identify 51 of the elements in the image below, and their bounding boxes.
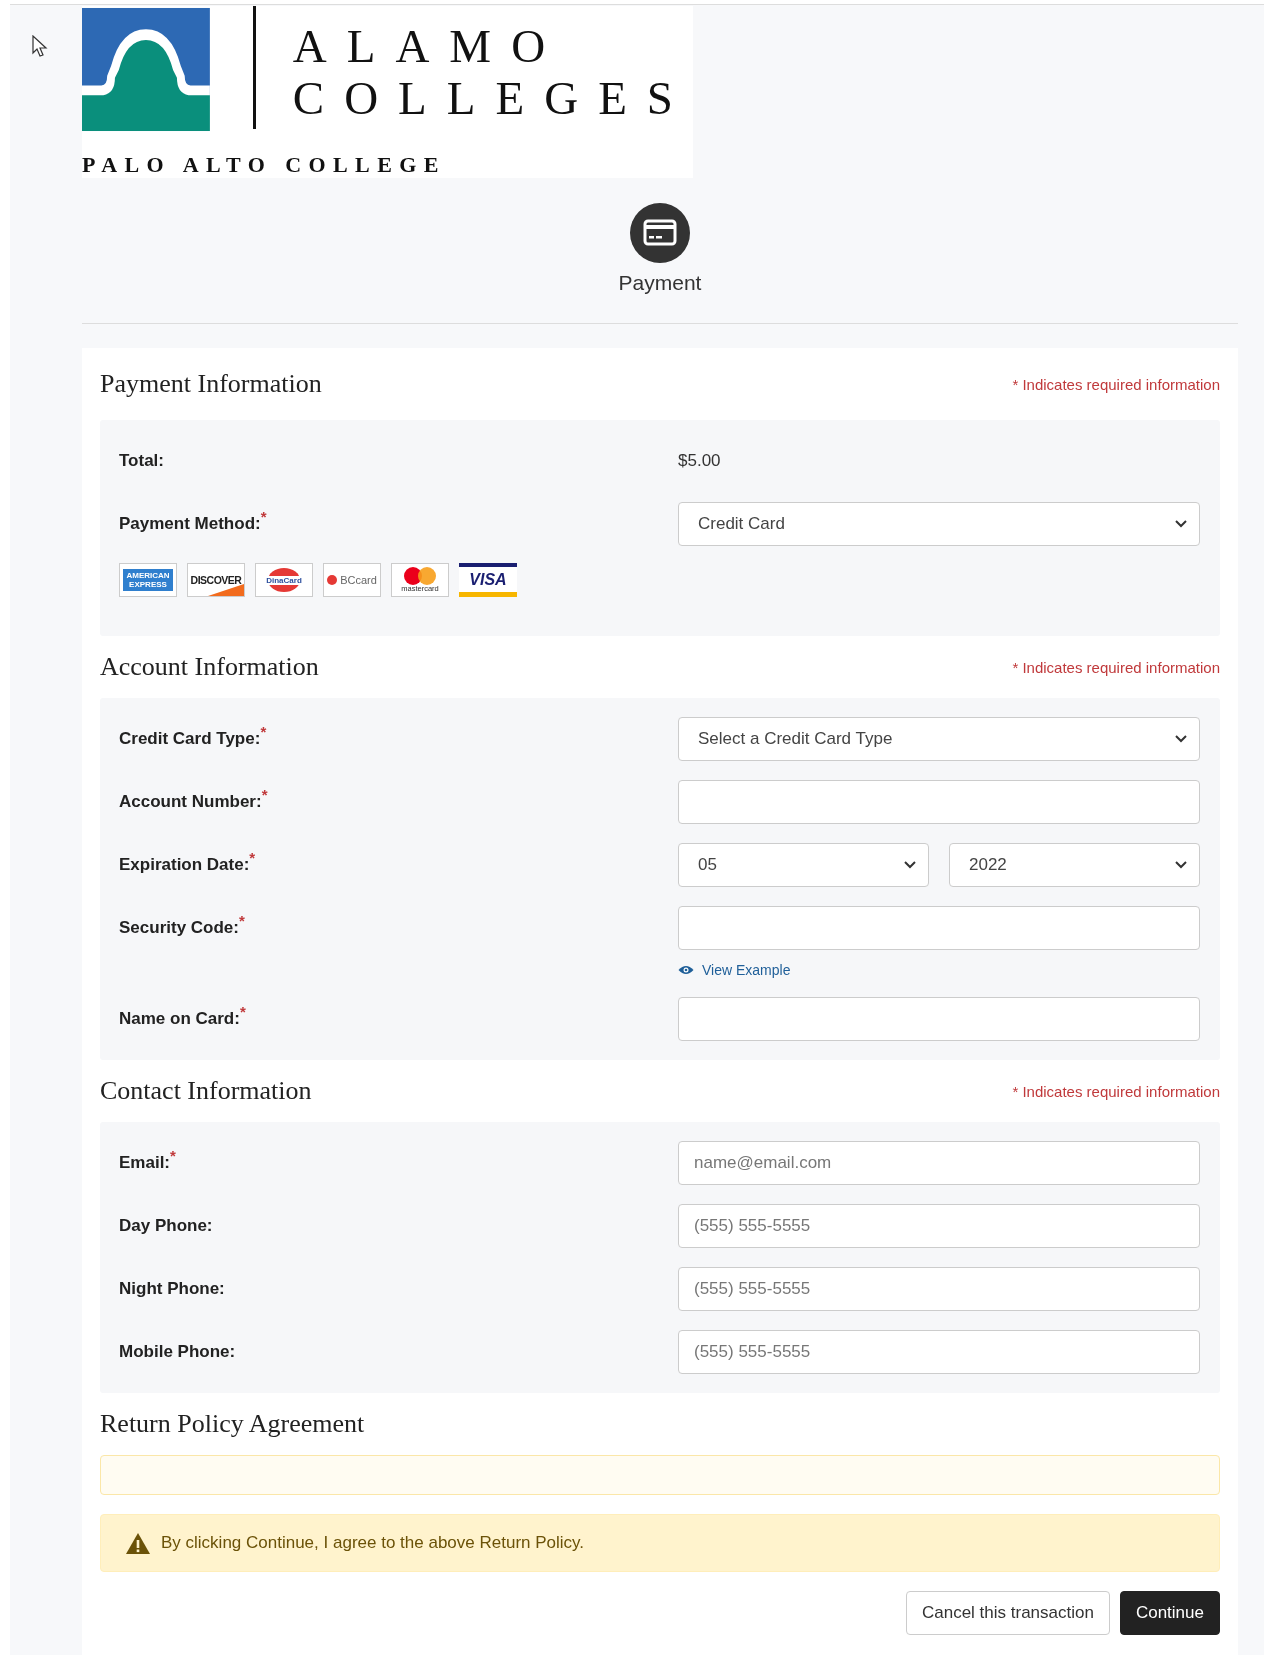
chevron-down-icon [904,861,916,869]
chevron-down-icon [1175,520,1187,528]
field-label: Expiration Date:$^{*}$ [119,848,257,876]
dropdown-select[interactable]: Select a Credit Card Type [678,717,1200,761]
chevron-down-icon [1175,861,1187,869]
field-label: Total: [119,450,165,472]
logo-wordmark-line: ALAMO [292,20,567,72]
field-label: Name on Card:$^{*}$ [119,1002,247,1030]
required-note: * Indicates required information [1012,375,1220,393]
field-label: Day Phone: [119,1215,214,1237]
total-amount: $5.00 [678,450,722,472]
field-label: Payment Method:$^{*}$ [119,507,268,535]
required-note: * Indicates required information [1012,1082,1220,1100]
input-field[interactable]: (555) 555-5555 [678,1267,1200,1311]
section-heading: Account Information [100,652,319,682]
input-field[interactable]: name@email.com [678,1141,1200,1185]
step-label: Payment [618,271,702,295]
warning-icon [125,1531,151,1555]
field-label: Night Phone: [119,1278,226,1300]
logo-wordmark-line: COLLEGES [292,72,693,124]
action-button[interactable]: Cancel this transaction [905,1591,1110,1635]
field-label: Account Number:$^{*}$ [119,785,269,813]
credit-card-icon [630,203,690,263]
field-label: Security Code:$^{*}$ [119,911,246,939]
field-label: Email:$^{*}$ [119,1146,177,1174]
mouse-pointer-icon [32,35,48,57]
field-label: Credit Card Type:$^{*}$ [119,722,268,750]
input-field[interactable] [678,906,1200,950]
alert-text: By clicking Continue, I agree to the above Return Policy. [161,1533,585,1553]
dropdown-select[interactable]: 2022 [949,843,1200,887]
section-heading: Contact Information [100,1076,312,1106]
view-example-link[interactable]: View Example [702,962,791,978]
action-button[interactable]: Continue [1119,1591,1220,1635]
section-heading: Payment Information [100,369,322,399]
input-field[interactable] [678,780,1200,824]
chevron-down-icon [1175,735,1187,743]
section-heading: Return Policy Agreement [100,1409,365,1439]
input-field[interactable]: (555) 555-5555 [678,1330,1200,1374]
card-brand-logo: VISA [459,563,517,597]
eye-icon [678,965,694,975]
logo-subtitle: PALO ALTO COLLEGE [82,152,446,178]
dropdown-select[interactable]: Credit Card [678,502,1200,546]
card-brand-logo: DinaCard [255,563,313,597]
dropdown-select[interactable]: 05 [678,843,929,887]
card-brand-logo: BCcard [323,563,381,597]
required-note: * Indicates required information [1012,658,1220,676]
card-brand-logo: DISCOVER [187,563,245,597]
field-label: Mobile Phone: [119,1341,237,1363]
input-field[interactable]: (555) 555-5555 [678,1204,1200,1248]
input-field[interactable] [678,997,1200,1041]
card-brand-logo: AMERICAN EXPRESS [119,563,177,597]
